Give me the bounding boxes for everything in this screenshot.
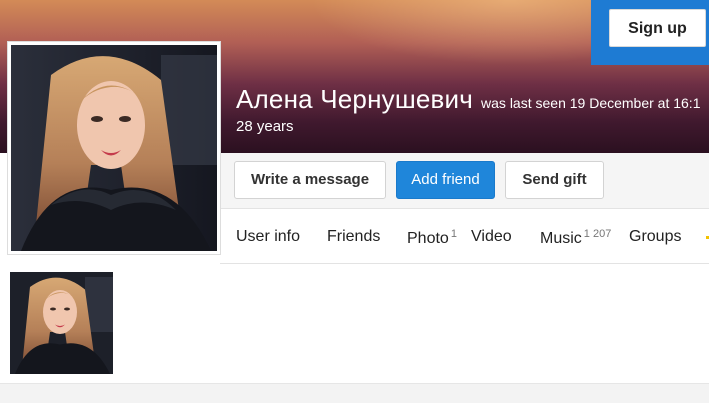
tab-label: Music [540, 230, 582, 247]
profile-header: Алена Чернушевич was last seen 19 Decembe… [236, 84, 709, 136]
signup-button[interactable]: Sign up [609, 9, 706, 47]
tab-user-info[interactable]: User info [236, 228, 300, 246]
footer-strip [0, 383, 709, 403]
tab-label: Friends [327, 228, 381, 245]
tab-friends[interactable]: Friends [327, 228, 380, 246]
signup-panel: Sign up [591, 0, 709, 65]
action-bar: Write a message Add friend Send gift [220, 153, 709, 209]
last-seen-status: was last seen 19 December at 16:1 [481, 95, 701, 111]
photo-thumbnail-icon[interactable] [10, 272, 113, 374]
tab-label: Video [471, 228, 512, 245]
profile-nav: User info Friends Photo 1 Video Music 1 20… [220, 209, 709, 264]
tab-music[interactable]: Music 1 207 [540, 228, 611, 248]
tab-count: 1 207 [583, 228, 612, 240]
tab-groups[interactable]: Groups [629, 228, 681, 246]
profile-age: 28 years [236, 118, 294, 135]
tab-photo[interactable]: Photo 1 [407, 228, 457, 248]
profile-page: Sign up Алена Чернушевич was last seen 19… [0, 0, 709, 403]
add-friend-button[interactable]: Add friend [396, 161, 495, 199]
photo-strip [0, 264, 709, 383]
tab-label: Photo [407, 230, 449, 247]
profile-name: Алена Чернушевич [236, 84, 474, 114]
profile-photo-icon [11, 45, 217, 251]
tab-count: 1 [450, 228, 457, 240]
avatar[interactable] [7, 41, 221, 255]
tab-label: Groups [629, 228, 682, 245]
write-message-button[interactable]: Write a message [234, 161, 386, 199]
tab-video[interactable]: Video [471, 228, 512, 246]
tab-label: User info [236, 228, 301, 245]
send-gift-button[interactable]: Send gift [505, 161, 604, 199]
